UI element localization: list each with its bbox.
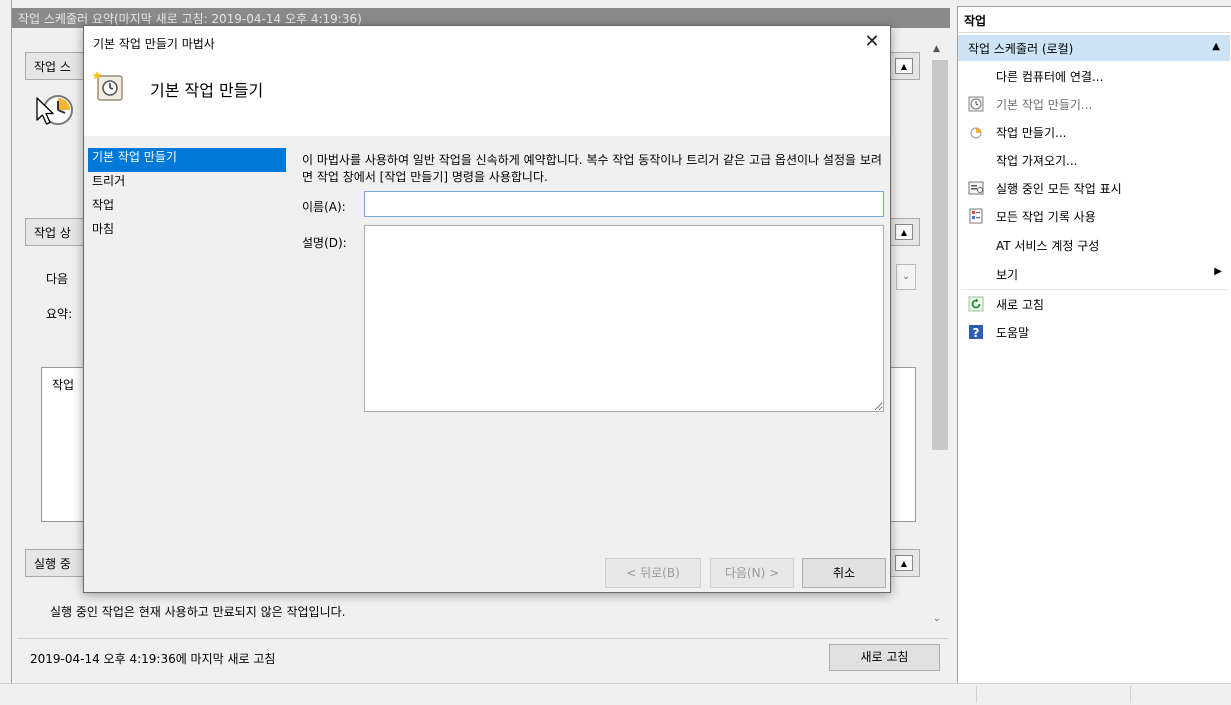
wizard-clock-icon	[92, 70, 126, 104]
action-label: 도움말	[996, 326, 1030, 340]
scroll-up-icon[interactable]: ▲	[933, 44, 940, 54]
wizard-title: 기본 작업 만들기 마법사	[93, 37, 215, 51]
next-button[interactable]: 다음(N) >	[710, 558, 794, 588]
description-label: 설명(D):	[302, 236, 347, 250]
action-label: 실행 중인 모든 작업 표시	[996, 182, 1122, 196]
actions-group-header[interactable]: 작업 스케줄러 (로컬) ▲	[958, 35, 1230, 61]
status-bar	[0, 683, 1231, 705]
collapse-icon[interactable]: ▲	[895, 58, 913, 74]
wizard-intro-text: 이 마법사를 사용하여 일반 작업을 신속하게 예약합니다. 복수 작업 동작이…	[302, 153, 882, 184]
action-refresh[interactable]: 새로 고침	[962, 290, 1228, 318]
action-show-running-tasks[interactable]: 실행 중인 모든 작업 표시	[962, 174, 1228, 202]
step-action[interactable]: 작업	[88, 196, 286, 220]
action-label: 모든 작업 기록 사용	[996, 210, 1096, 224]
task-icon	[968, 124, 984, 140]
name-label: 이름(A):	[302, 200, 346, 214]
section-running-title: 실행 중	[34, 557, 71, 571]
last-refresh-text: 2019-04-14 오후 4:19:36에 마지막 새로 고침	[30, 652, 276, 666]
action-connect-computer[interactable]: 다른 컴퓨터에 연결...	[962, 62, 1228, 90]
chevron-down-icon[interactable]: ⌄	[896, 264, 916, 290]
status-divider	[1130, 686, 1131, 703]
running-note: 실행 중인 작업은 현재 사용하고 만료되지 않은 작업입니다.	[50, 605, 346, 619]
step-finish[interactable]: 마침	[88, 220, 286, 244]
action-label: 다른 컴퓨터에 연결...	[996, 70, 1104, 84]
wizard-step-list: 기본 작업 만들기 트리거 작업 마침	[88, 148, 286, 244]
log-icon	[968, 208, 984, 224]
action-label: 작업 가져오기...	[996, 154, 1078, 168]
refresh-button[interactable]: 새로 고침	[829, 644, 940, 671]
action-create-task[interactable]: 작업 만들기...	[962, 118, 1228, 146]
refresh-icon	[968, 296, 984, 312]
description-input[interactable]	[364, 225, 884, 412]
left-edge	[0, 0, 12, 683]
close-icon[interactable]: ✕	[858, 30, 886, 56]
section-status-title: 작업 스	[34, 60, 71, 74]
step-create-basic-task[interactable]: 기본 작업 만들기	[88, 148, 286, 172]
action-label: 기본 작업 만들기...	[996, 98, 1093, 112]
action-configure-at-account[interactable]: AT 서비스 계정 구성	[962, 231, 1228, 259]
list-icon	[968, 180, 984, 196]
action-label: 새로 고침	[996, 298, 1044, 312]
actions-pane-title: 작업	[958, 8, 1230, 33]
help-icon: ?	[968, 324, 984, 340]
back-button[interactable]: < 뒤로(B)	[605, 558, 701, 588]
action-enable-history[interactable]: 모든 작업 기록 사용	[962, 202, 1228, 230]
submenu-arrow-icon: ▶	[1214, 266, 1222, 277]
collapse-icon[interactable]: ▲	[895, 224, 913, 240]
action-label: AT 서비스 계정 구성	[996, 239, 1100, 253]
status-divider	[976, 686, 977, 703]
action-label: 작업 만들기...	[996, 126, 1067, 140]
scrollbar-thumb[interactable]	[932, 60, 948, 450]
actions-group-label: 작업 스케줄러 (로컬)	[968, 42, 1074, 56]
next-label: 다음	[46, 272, 69, 286]
collapse-icon[interactable]: ▲	[895, 555, 913, 571]
cancel-button[interactable]: 취소	[802, 558, 886, 588]
action-import-task[interactable]: 작업 가져오기...	[962, 146, 1228, 174]
collapse-icon[interactable]: ▲	[1212, 41, 1220, 52]
step-trigger[interactable]: 트리거	[88, 172, 286, 196]
section-task-status-title: 작업 상	[34, 226, 71, 240]
clock-icon	[968, 96, 984, 112]
name-input[interactable]	[364, 191, 884, 217]
task-status-list-header: 작업	[52, 378, 75, 392]
action-label: 보기	[996, 268, 1019, 282]
summary-label: 요약:	[46, 307, 73, 321]
scroll-down-icon[interactable]: ⌄	[933, 614, 941, 624]
mouse-cursor-icon	[35, 96, 57, 126]
action-create-basic-task[interactable]: 기본 작업 만들기...	[962, 90, 1228, 118]
svg-text:?: ?	[973, 326, 980, 340]
action-help[interactable]: ? 도움말	[962, 318, 1228, 346]
wizard-heading: 기본 작업 만들기	[150, 81, 264, 100]
action-view[interactable]: 보기 ▶	[962, 260, 1228, 288]
